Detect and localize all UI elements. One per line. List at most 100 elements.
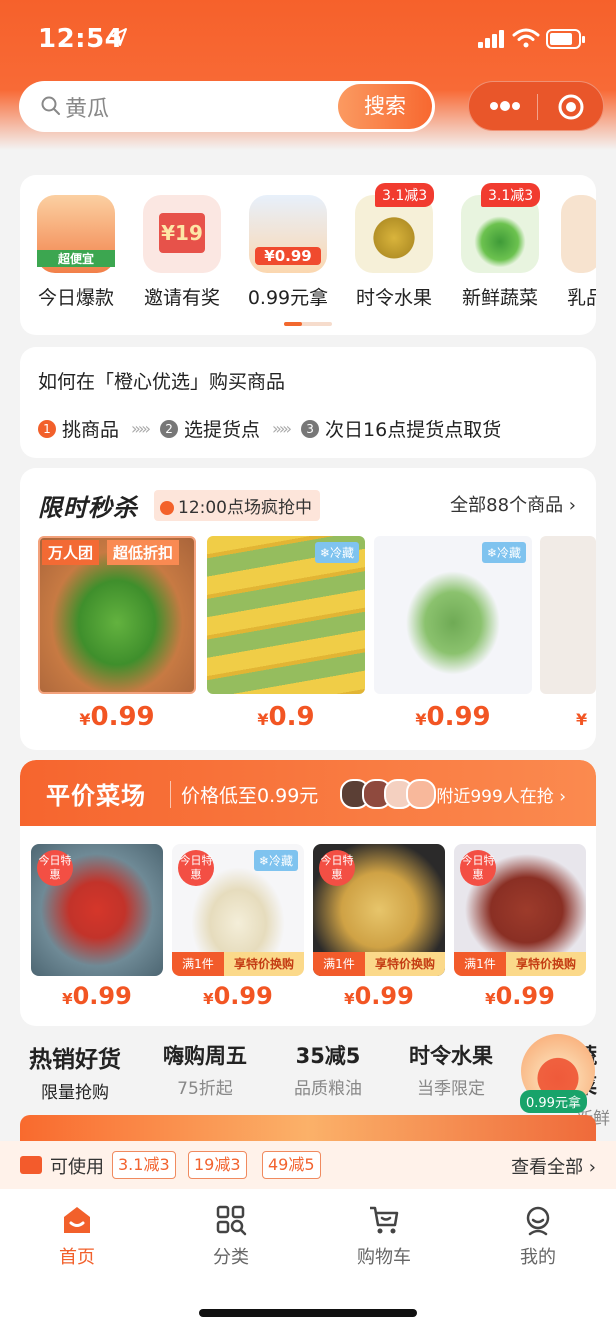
market-price-3: ¥0.99 (344, 982, 414, 1010)
cold-storage-tag: ❄冷藏 (253, 850, 298, 871)
view-all-coupons-text: 查看全部 (511, 1157, 584, 1178)
market-product-4[interactable]: 今日特惠 满1件 享特价换购 (454, 844, 586, 976)
price-value: 0.99 (90, 702, 155, 732)
budget-market-card: 平价菜场 价格低至0.99元 附近999人在抢 › 今日特惠 ¥0.99 今日特… (20, 760, 596, 1026)
budget-market-title: 平价菜场 (46, 782, 146, 810)
cart-icon (370, 1206, 399, 1234)
category-image: ¥19 (143, 195, 221, 273)
flash-sale-card: 限时秒杀 12:00点场疯抢中 全部88个商品 › 万人团 超低折扣 ¥0.99… (20, 468, 596, 750)
category-label: 邀请有奖 (143, 287, 220, 309)
buyer-avatars (340, 779, 436, 809)
category-seasonal-fruit[interactable]: 3.1减3 时令水果 (349, 183, 439, 310)
nav-profile[interactable]: 我的 (488, 1203, 588, 1269)
category-icon (216, 1205, 247, 1236)
flash-product-2[interactable]: ❄冷藏 (207, 536, 365, 694)
flash-sale-title: 限时秒杀 (38, 494, 138, 522)
close-miniprogram-icon[interactable] (557, 93, 585, 121)
exchange-bar: 满1件 享特价换购 (172, 952, 304, 976)
nav-category[interactable]: 分类 (181, 1203, 281, 1269)
exchange-bar: 满1件 享特价换购 (313, 952, 445, 976)
flash-price-3: ¥0.99 (415, 702, 491, 732)
category-invite[interactable]: ¥19 邀请有奖 (137, 195, 227, 310)
category-label: 乳品 (567, 287, 596, 309)
today-deal-badge: 今日特惠 (37, 850, 73, 886)
discount-badge: 3.1减3 (375, 183, 435, 207)
clock-icon (160, 501, 174, 515)
tab-grain-oil[interactable]: 35减5 品质粮油 (268, 1040, 388, 1099)
exchange-bar-right: 享特价换购 (365, 952, 445, 976)
search-button[interactable]: 搜索 (338, 84, 432, 129)
location-arrow-icon (111, 28, 127, 46)
nav-cart[interactable]: 购物车 (334, 1203, 434, 1269)
battery-icon (546, 29, 585, 49)
category-label: 今日爆款 (37, 287, 114, 309)
floating-button-label: 0.99元拿 (520, 1090, 587, 1113)
flash-price-1: ¥0.99 (79, 702, 155, 732)
coupon-chip[interactable]: 3.1减3 (112, 1151, 176, 1179)
market-product-3[interactable]: 今日特惠 满1件 享特价换购 (313, 844, 445, 976)
coupon-bar: 可使用 3.1减3 19减3 49减5 查看全部 › (0, 1141, 616, 1189)
flash-price-2: ¥0.9 (257, 702, 315, 732)
tab-subtitle: 品质粮油 (294, 1079, 362, 1099)
how-to-buy-steps: 1 挑商品 ››››› 2 选提货点 ››››› 3 次日16点提货点取货 (38, 415, 501, 442)
view-all-coupons[interactable]: 查看全部 › (511, 1153, 596, 1179)
budget-market-header[interactable]: 平价菜场 价格低至0.99元 附近999人在抢 › (20, 760, 596, 826)
how-to-buy-title: 如何在「橙心优选」购买商品 (38, 371, 286, 393)
tab-title: 时令水果 (409, 1044, 493, 1068)
tab-subtitle: 限量抢购 (41, 1083, 109, 1103)
category-label: 时令水果 (355, 287, 432, 309)
cold-storage-tag: ❄冷藏 (314, 542, 359, 563)
step-label: 挑商品 (62, 419, 120, 441)
nav-home[interactable]: 首页 (27, 1203, 127, 1269)
category-label: 新鲜蔬菜 (461, 287, 538, 309)
flash-product-4[interactable] (540, 536, 596, 694)
coupon-chip[interactable]: 19减3 (188, 1151, 247, 1179)
price-value: 0.99 (213, 982, 273, 1010)
search-input[interactable]: 黄瓜 (65, 91, 109, 123)
search-bar[interactable]: 黄瓜 搜索 (19, 81, 435, 132)
profile-icon (526, 1206, 550, 1236)
market-product-2[interactable]: 今日特惠 ❄冷藏 满1件 享特价换购 (172, 844, 304, 976)
group-buy-tag-text: 万人团 (42, 540, 100, 565)
tab-title: 35减5 (295, 1044, 361, 1068)
miniprogram-capsule (468, 81, 604, 131)
category-fresh-vegetables[interactable]: 3.1减3 新鲜蔬菜 (455, 183, 545, 310)
category-today-hot[interactable]: 超便宜 今日爆款 (31, 195, 121, 310)
exchange-bar-left: 满1件 (172, 952, 224, 976)
category-image (561, 195, 596, 273)
more-avatars-icon (406, 779, 436, 809)
coupon-label: 可使用 (50, 1157, 104, 1178)
today-deal-badge: 今日特惠 (319, 850, 355, 886)
tab-title: 嗨购周五 (163, 1044, 247, 1068)
step-label: 次日16点提货点取货 (325, 419, 502, 441)
cold-storage-tag: ❄冷藏 (481, 542, 526, 563)
nav-label: 购物车 (357, 1247, 411, 1268)
category-dairy[interactable]: 乳品 (561, 195, 596, 310)
flash-sale-time: 12:00点场疯抢中 (154, 490, 320, 521)
flash-product-3[interactable]: ❄冷藏 (374, 536, 532, 694)
tab-hot-sale[interactable]: 热销好货 限量抢购 (15, 1040, 135, 1103)
scroll-indicator (284, 322, 332, 326)
flash-product-1[interactable]: 万人团 超低折扣 (38, 536, 196, 694)
tab-friday[interactable]: 嗨购周五 75折起 (145, 1040, 265, 1099)
coupon-chip[interactable]: 49减5 (262, 1151, 321, 1179)
market-product-1[interactable]: 今日特惠 (31, 844, 163, 976)
search-icon (41, 96, 60, 115)
discount-badge: 3.1减3 (481, 183, 541, 207)
flash-price-4: ¥ (576, 710, 588, 729)
capsule-divider (537, 94, 538, 120)
step-number-1: 1 (38, 419, 56, 438)
floating-099-button[interactable]: 0.99元拿 (518, 1034, 598, 1113)
budget-market-subtitle: 价格低至0.99元 (170, 781, 318, 808)
tab-seasonal-fruit[interactable]: 时令水果 当季限定 (391, 1040, 511, 1099)
exchange-bar-right: 享特价换购 (506, 952, 586, 976)
flash-sale-view-all[interactable]: 全部88个商品 › (450, 491, 576, 517)
exchange-bar-left: 满1件 (313, 952, 365, 976)
how-to-buy-card: 如何在「橙心优选」购买商品 1 挑商品 ››››› 2 选提货点 ››››› 3… (20, 347, 596, 458)
nearby-buyers-text: 附近999人在抢 (436, 787, 554, 807)
tab-title: 热销好货 (29, 1047, 121, 1073)
category-099[interactable]: ¥0.99 0.99元拿 (243, 195, 333, 310)
category-image: ¥0.99 (249, 195, 327, 273)
nav-label: 首页 (59, 1247, 95, 1268)
more-icon[interactable] (489, 100, 521, 112)
